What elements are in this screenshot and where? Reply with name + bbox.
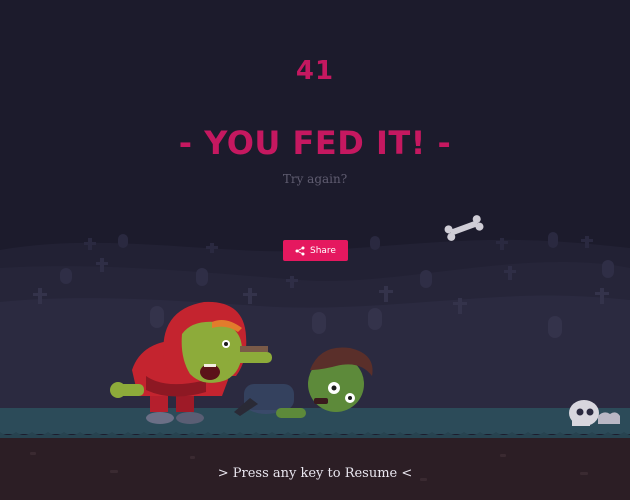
share-button[interactable]: Share (283, 240, 348, 261)
score-value: 41 (295, 56, 335, 86)
share-label: Share (310, 245, 336, 256)
share-icon (295, 246, 305, 256)
game-screen[interactable]: 41 - YOU FED IT! - Try again? Share > Pr… (0, 0, 630, 500)
resume-prompt: > Press any key to Resume < (217, 466, 413, 481)
game-over-title: - YOU FED IT! - (178, 124, 452, 162)
bone-icon (444, 215, 484, 241)
try-again-text[interactable]: Try again? (0, 172, 630, 186)
grass (0, 408, 630, 434)
